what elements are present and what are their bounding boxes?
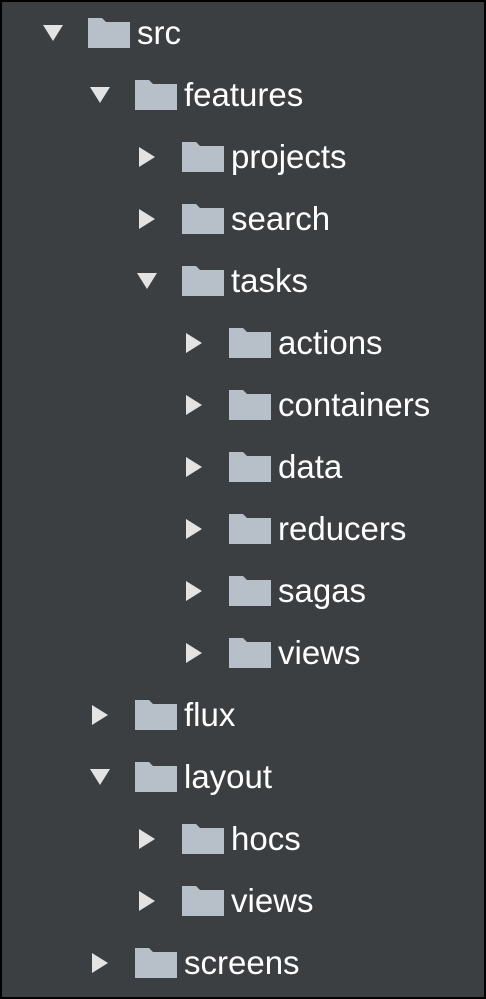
tree-item-containers[interactable]: containers xyxy=(181,374,430,436)
folder-icon xyxy=(182,142,224,172)
tree-item-label: flux xyxy=(184,695,236,733)
triangle-down-icon[interactable] xyxy=(87,82,113,108)
folder-icon xyxy=(229,452,271,482)
tree-item-flux[interactable]: flux xyxy=(87,684,235,746)
tree-item-label: search xyxy=(231,199,331,237)
tree-item-search[interactable]: search xyxy=(134,188,330,250)
tree-item-label: reducers xyxy=(278,509,407,547)
triangle-right-icon[interactable] xyxy=(87,950,113,976)
folder-icon xyxy=(229,638,271,668)
folder-icon xyxy=(229,328,271,358)
tree-item-label: containers xyxy=(278,385,431,423)
tree-item-features[interactable]: features xyxy=(87,64,303,126)
tree-item-label: views xyxy=(231,881,314,919)
folder-icon xyxy=(229,576,271,606)
folder-icon xyxy=(182,204,224,234)
triangle-right-icon[interactable] xyxy=(181,578,207,604)
tree-item-actions[interactable]: actions xyxy=(181,312,383,374)
tree-item-data[interactable]: data xyxy=(181,436,342,498)
triangle-right-icon[interactable] xyxy=(181,392,207,418)
tree-item-label: hocs xyxy=(231,819,301,857)
folder-icon xyxy=(88,18,130,48)
folder-icon xyxy=(135,80,177,110)
folder-icon xyxy=(229,390,271,420)
triangle-right-icon[interactable] xyxy=(134,206,160,232)
tree-item-tasks[interactable]: tasks xyxy=(134,250,308,312)
triangle-right-icon[interactable] xyxy=(181,516,207,542)
folder-icon xyxy=(182,266,224,296)
project-tree-panel: src features projects search tasks actions con… xyxy=(0,0,486,999)
triangle-down-icon[interactable] xyxy=(40,20,66,46)
tree-item-screens[interactable]: screens xyxy=(87,932,300,994)
triangle-right-icon[interactable] xyxy=(181,454,207,480)
triangle-right-icon[interactable] xyxy=(134,144,160,170)
triangle-right-icon[interactable] xyxy=(134,888,160,914)
tree-item-views[interactable]: views xyxy=(181,622,361,684)
triangle-right-icon[interactable] xyxy=(87,702,113,728)
folder-icon xyxy=(135,700,177,730)
tree-item-label: projects xyxy=(231,137,347,175)
folder-icon xyxy=(229,514,271,544)
tree-item-reducers[interactable]: reducers xyxy=(181,498,406,560)
tree-item-sagas[interactable]: sagas xyxy=(181,560,366,622)
tree-item-projects[interactable]: projects xyxy=(134,126,347,188)
tree-item-hocs[interactable]: hocs xyxy=(134,808,301,870)
folder-icon xyxy=(135,948,177,978)
tree-item-label: tasks xyxy=(231,261,309,299)
tree-item-label: layout xyxy=(184,757,273,795)
tree-item-label: sagas xyxy=(278,571,367,609)
tree-item-label: src xyxy=(137,13,181,51)
folder-icon xyxy=(182,886,224,916)
tree-item-layout[interactable]: layout xyxy=(87,746,272,808)
tree-item-label: features xyxy=(184,75,304,113)
tree-item-layout-views[interactable]: views xyxy=(134,870,314,932)
tree-item-label: actions xyxy=(278,323,383,361)
triangle-down-icon[interactable] xyxy=(87,764,113,790)
triangle-right-icon[interactable] xyxy=(181,640,207,666)
tree-item-src[interactable]: src xyxy=(40,2,181,64)
tree-item-label: data xyxy=(278,447,343,485)
folder-icon xyxy=(135,762,177,792)
tree-item-label: views xyxy=(278,633,361,671)
triangle-right-icon[interactable] xyxy=(134,826,160,852)
folder-icon xyxy=(182,824,224,854)
triangle-right-icon[interactable] xyxy=(181,330,207,356)
tree-item-label: screens xyxy=(184,943,300,981)
triangle-down-icon[interactable] xyxy=(134,268,160,294)
